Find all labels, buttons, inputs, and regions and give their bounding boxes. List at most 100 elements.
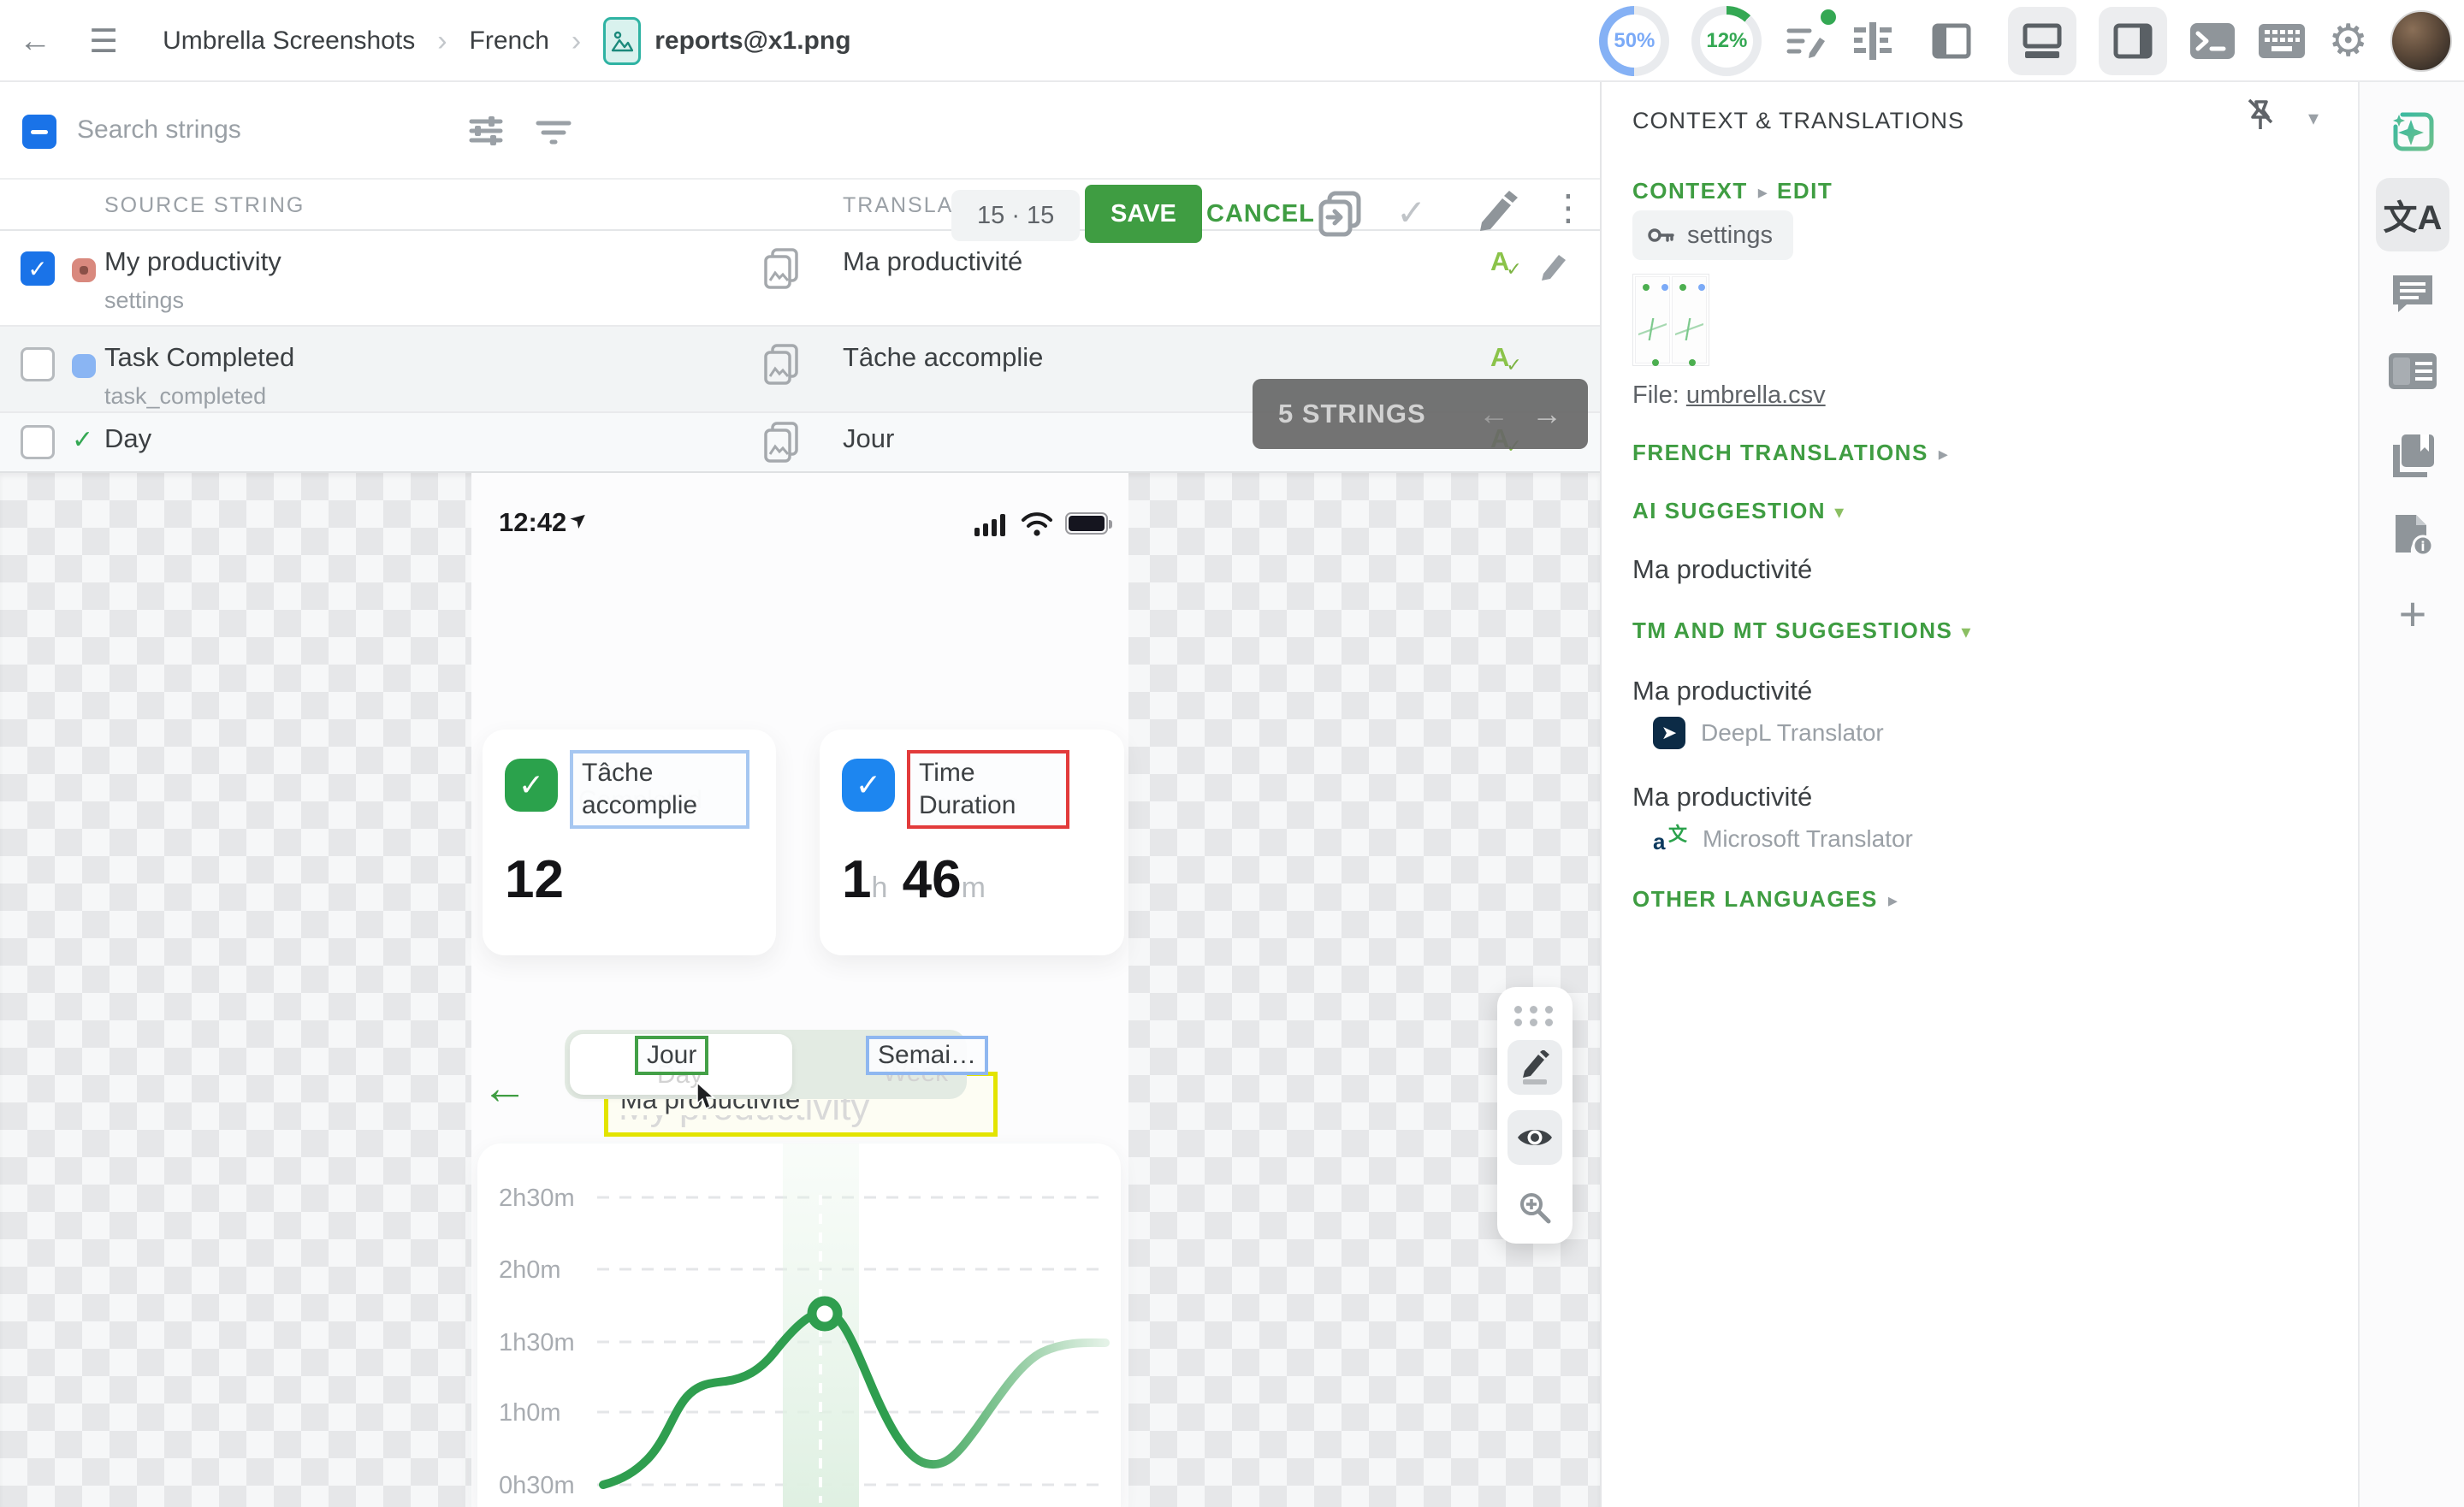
zoom-in-icon[interactable] <box>1507 1180 1562 1235</box>
string-counter: 15 · 15 <box>951 190 1080 241</box>
select-all-checkbox[interactable] <box>22 115 56 149</box>
task-count-value: 12 <box>505 849 564 910</box>
spellcheck-ok-icon[interactable]: A✓ <box>1490 246 1525 277</box>
unpin-panel-icon[interactable] <box>2242 98 2277 138</box>
section-other-languages[interactable]: OTHER LANGUAGES▸ <box>1632 886 1898 913</box>
string-key-chip[interactable]: settings <box>1632 210 1793 260</box>
comments-tab-icon[interactable] <box>2360 272 2464 315</box>
add-panel-icon[interactable]: + <box>2360 592 2464 636</box>
cancel-button[interactable]: CANCEL <box>1206 200 1315 228</box>
next-string-icon[interactable]: → <box>1531 396 1562 432</box>
tasks-card: ✓ Completed Tâche accomplie 12 <box>483 730 776 955</box>
breadcrumb-project[interactable]: Umbrella Screenshots <box>163 27 415 56</box>
battery-icon <box>1065 512 1108 535</box>
screenshot-file-icon <box>603 17 641 65</box>
row-checkbox-checked[interactable]: ✓ <box>21 251 55 286</box>
microsoft-translator-icon: a文 <box>1653 823 1687 855</box>
file-info-tab-icon[interactable]: i <box>2360 511 2464 556</box>
bulk-verify-icon[interactable]: ✓ <box>1396 192 1426 233</box>
source-string[interactable]: Day <box>104 423 151 454</box>
palette-drag-handle-icon[interactable] <box>1514 1006 1555 1026</box>
save-button[interactable]: SAVE <box>1085 185 1202 243</box>
spellcheck-ok-icon[interactable]: A✓ <box>1490 342 1525 373</box>
toggle-left-highlight[interactable]: Jour <box>635 1036 708 1075</box>
section-tm-mt-suggestions[interactable]: TM AND MT SUGGESTIONS▾ <box>1632 618 1972 644</box>
screenshot-preview-area[interactable]: 12:42 ➤ ← My productivity Ma productivit… <box>0 473 1600 1507</box>
string-key[interactable]: task_completed <box>104 383 266 410</box>
toggle-visibility-eye-icon[interactable] <box>1507 1110 1562 1165</box>
layout-bottom-panel-icon[interactable] <box>2008 7 2076 75</box>
screenshots-icon[interactable] <box>764 248 800 295</box>
user-avatar[interactable] <box>2390 10 2452 72</box>
screenshots-icon[interactable] <box>764 344 800 391</box>
glossary-tab-icon[interactable] <box>2360 433 2464 477</box>
file-link[interactable]: umbrella.csv <box>1686 381 1826 409</box>
suggestion-provider: ➤ DeepL Translator <box>1653 717 1884 749</box>
context-translations-panel: CONTEXT & TRANSLATIONS ▾ CONTEXT▸ EDIT s… <box>1600 82 2358 1507</box>
string-key[interactable]: settings <box>104 287 184 314</box>
section-french-translations[interactable]: FRENCH TRANSLATIONS▸ <box>1632 440 1949 466</box>
filter-icon[interactable] <box>535 113 572 155</box>
phone-screenshot[interactable]: 12:42 ➤ ← My productivity Ma productivit… <box>471 473 1128 1507</box>
previous-string-icon[interactable]: ← <box>1478 396 1509 432</box>
duplicate-icon[interactable] <box>1318 190 1362 242</box>
tasks-icon[interactable] <box>1784 19 1828 63</box>
layout-right-panel-icon[interactable] <box>2099 7 2167 75</box>
source-string[interactable]: My productivity <box>104 246 281 277</box>
settings-sliders-icon[interactable] <box>466 111 506 155</box>
table-row[interactable]: ✓ My productivity settings Ma productivi… <box>0 231 1600 327</box>
suggestion-value[interactable]: Ma productivité <box>1632 676 1812 706</box>
table-view-icon[interactable] <box>1851 19 1895 63</box>
edit-pencil-icon[interactable] <box>1475 190 1519 239</box>
phone-status-time: 12:42 <box>499 507 566 538</box>
draw-annotation-icon[interactable] <box>1507 1040 1562 1095</box>
status-badge-untranslated-icon <box>72 258 96 282</box>
row-checkbox[interactable] <box>21 347 55 381</box>
details-card-tab-icon[interactable] <box>2360 352 2464 390</box>
back-icon[interactable]: ← <box>0 23 70 60</box>
tasks-notification-dot <box>1818 7 1839 27</box>
edit-translation-icon[interactable] <box>1538 248 1573 287</box>
screenshots-icon[interactable] <box>764 422 800 469</box>
status-badge-verified-icon: ✓ <box>72 428 96 452</box>
layout-left-panel-icon[interactable] <box>1917 7 1986 75</box>
app-root: ← ☰ Umbrella Screenshots › French › repo… <box>0 0 2464 1507</box>
context-edit-button[interactable]: EDIT <box>1777 178 1833 204</box>
toggle-right-highlight[interactable]: Semai… <box>866 1036 988 1075</box>
breadcrumb-language[interactable]: French <box>470 27 549 56</box>
ai-sparkle-icon[interactable] <box>2360 108 2464 156</box>
svg-text:i: i <box>2420 539 2425 554</box>
editor-toolbar: 15 · 15 SAVE CANCEL ✓ ⋮ <box>0 82 1600 180</box>
translation-text[interactable]: Jour <box>843 423 894 454</box>
ai-suggestion-value[interactable]: Ma productivité <box>1632 554 1812 585</box>
status-badge-unverified-icon <box>72 354 96 378</box>
translation-text[interactable]: Ma productivité <box>843 246 1022 277</box>
more-options-icon[interactable]: ⋮ <box>1550 186 1586 228</box>
duration-label-highlight[interactable]: Time Duration <box>907 750 1069 829</box>
task-check-icon: ✓ <box>505 759 558 812</box>
row-checkbox[interactable] <box>21 425 55 459</box>
task-label-highlight[interactable]: Tâche accomplie <box>570 750 749 829</box>
context-screenshot-thumbnail[interactable] <box>1632 274 1709 366</box>
keyboard-icon[interactable] <box>2258 23 2306 59</box>
section-context[interactable]: CONTEXT▸ <box>1632 178 1768 204</box>
settings-gear-icon[interactable]: ⚙ <box>2328 15 2368 67</box>
translation-tab-icon[interactable]: 文A <box>2360 178 2464 251</box>
source-string[interactable]: Task Completed <box>104 342 294 373</box>
panel-dropdown-icon[interactable]: ▾ <box>2308 106 2319 131</box>
panel-title: CONTEXT & TRANSLATIONS <box>1632 108 1964 134</box>
duration-value: 1h 46m <box>842 849 986 910</box>
suggestion-value[interactable]: Ma productivité <box>1632 782 1812 813</box>
chart-marker-icon <box>812 1301 838 1327</box>
progress-ring-reviewed[interactable]: 50% <box>1599 6 1669 76</box>
translation-text[interactable]: Tâche accomplie <box>843 342 1043 373</box>
menu-icon[interactable]: ☰ <box>70 22 137 61</box>
chevron-right-icon: › <box>437 25 447 58</box>
breadcrumb-file[interactable]: reports@x1.png <box>654 27 850 56</box>
deepl-icon: ➤ <box>1653 717 1685 749</box>
search-input[interactable] <box>77 104 436 156</box>
section-ai-suggestion[interactable]: AI SUGGESTION▾ <box>1632 498 1845 524</box>
terminal-icon[interactable] <box>2189 22 2236 60</box>
right-icon-rail: 文A i + <box>2358 82 2464 1507</box>
progress-ring-translated[interactable]: 12% <box>1691 6 1762 76</box>
